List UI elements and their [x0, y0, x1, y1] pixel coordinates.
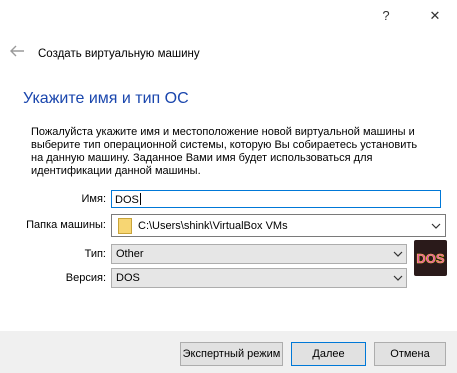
chevron-down-icon[interactable]	[431, 221, 441, 231]
next-button[interactable]: Далее	[291, 342, 366, 366]
help-icon[interactable]: ?	[376, 6, 396, 26]
version-select-value: DOS	[116, 272, 140, 284]
title-bar: ? ✕	[0, 0, 457, 34]
chevron-down-icon	[393, 275, 403, 281]
folder-icon	[118, 218, 132, 234]
type-select-value: Other	[116, 248, 144, 260]
name-input-value: DOS	[115, 194, 139, 206]
description-text: Пожалуйста укажите имя и местоположение …	[31, 126, 418, 177]
wizard-title: Создать виртуальную машину	[38, 48, 200, 60]
version-select[interactable]: DOS	[111, 268, 407, 288]
name-input[interactable]: DOS	[111, 190, 441, 208]
dos-os-icon: DOS	[414, 240, 447, 276]
name-label: Имя:	[81, 193, 106, 205]
back-arrow-icon[interactable]	[9, 44, 25, 58]
folder-path-value: C:\Users\shink\VirtualBox VMs	[138, 220, 288, 232]
type-select[interactable]: Other	[111, 244, 407, 264]
version-label: Версия:	[65, 272, 106, 284]
cancel-button[interactable]: Отмена	[374, 342, 446, 366]
type-label: Тип:	[84, 248, 106, 260]
expert-mode-button[interactable]: Экспертный режим	[180, 342, 283, 366]
folder-label: Папка машины:	[26, 219, 106, 231]
machine-folder-combo[interactable]: C:\Users\shink\VirtualBox VMs	[111, 214, 446, 237]
page-heading: Укажите имя и тип ОС	[23, 90, 189, 107]
close-icon[interactable]: ✕	[425, 6, 445, 26]
text-caret	[139, 193, 141, 205]
dos-icon-text: DOS	[416, 251, 445, 266]
chevron-down-icon	[393, 251, 403, 257]
